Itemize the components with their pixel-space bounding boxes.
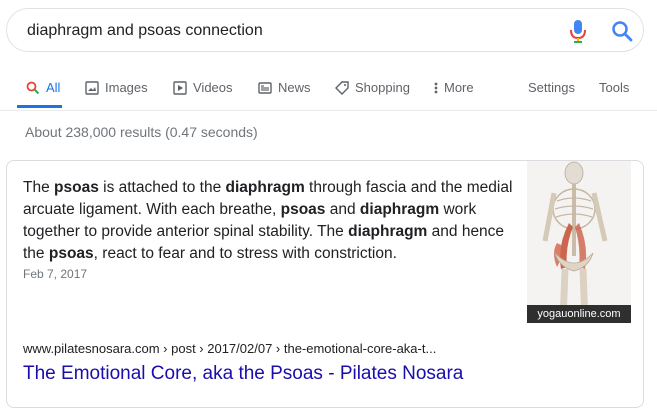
snippet-segment: is attached to the: [98, 179, 226, 196]
snippet-segment: , react to fear and to stress with const…: [93, 245, 397, 262]
snippet-highlight: diaphragm: [359, 201, 440, 218]
snippet-thumbnail[interactable]: yogauonline.com: [527, 161, 631, 323]
result-stats: About 238,000 results (0.47 seconds): [25, 124, 258, 140]
search-icon[interactable]: [611, 20, 633, 42]
tools-label: Tools: [599, 80, 630, 95]
snippet-segment: and: [325, 201, 360, 218]
tab-shopping[interactable]: Shopping: [335, 80, 410, 95]
tag-icon: [335, 80, 349, 95]
tab-label: Videos: [193, 80, 233, 95]
tab-news[interactable]: News: [258, 80, 311, 95]
snippet-highlight: psoas: [280, 201, 326, 218]
snippet-highlight: diaphragm: [348, 223, 428, 240]
tab-label: Shopping: [355, 80, 410, 95]
tab-label: More: [444, 80, 474, 95]
tab-more[interactable]: More: [434, 80, 474, 95]
result-title-link[interactable]: The Emotional Core, aka the Psoas - Pila…: [23, 363, 463, 385]
tab-all[interactable]: All: [26, 80, 60, 95]
tools-link[interactable]: Tools: [599, 80, 629, 95]
snippet-segment: The: [23, 179, 55, 196]
search-icon: [26, 81, 40, 94]
snippet-highlight: psoas: [48, 245, 94, 262]
snippet-date: Feb 7, 2017: [23, 267, 88, 281]
anatomy-illustration: [527, 161, 631, 323]
more-vert-icon: [434, 82, 438, 93]
result-url[interactable]: www.pilatesnosara.com › post › 2017/02/0…: [23, 341, 436, 356]
search-input[interactable]: diaphragm and psoas connection: [27, 22, 263, 40]
search-bar[interactable]: diaphragm and psoas connection: [6, 8, 644, 52]
snippet-text: The psoas is attached to the diaphragm t…: [23, 177, 513, 265]
video-icon: [173, 80, 187, 95]
snippet-highlight: psoas: [54, 179, 99, 196]
settings-link[interactable]: Settings: [528, 80, 575, 95]
microphone-icon[interactable]: [568, 19, 588, 43]
image-source-label: yogauonline.com: [527, 305, 631, 323]
tab-videos[interactable]: Videos: [173, 80, 233, 95]
news-icon: [258, 81, 272, 94]
tab-images[interactable]: Images: [85, 80, 148, 95]
snippet-highlight: diaphragm: [225, 179, 305, 196]
search-tabs: All Images Videos News Shopping More Set…: [0, 70, 657, 111]
settings-label: Settings: [528, 80, 575, 95]
tab-label: Images: [105, 80, 148, 95]
tab-label: News: [278, 80, 311, 95]
tab-label: All: [46, 80, 61, 95]
featured-snippet: The psoas is attached to the diaphragm t…: [6, 160, 644, 408]
image-icon: [85, 80, 99, 95]
active-tab-indicator: [17, 105, 62, 108]
